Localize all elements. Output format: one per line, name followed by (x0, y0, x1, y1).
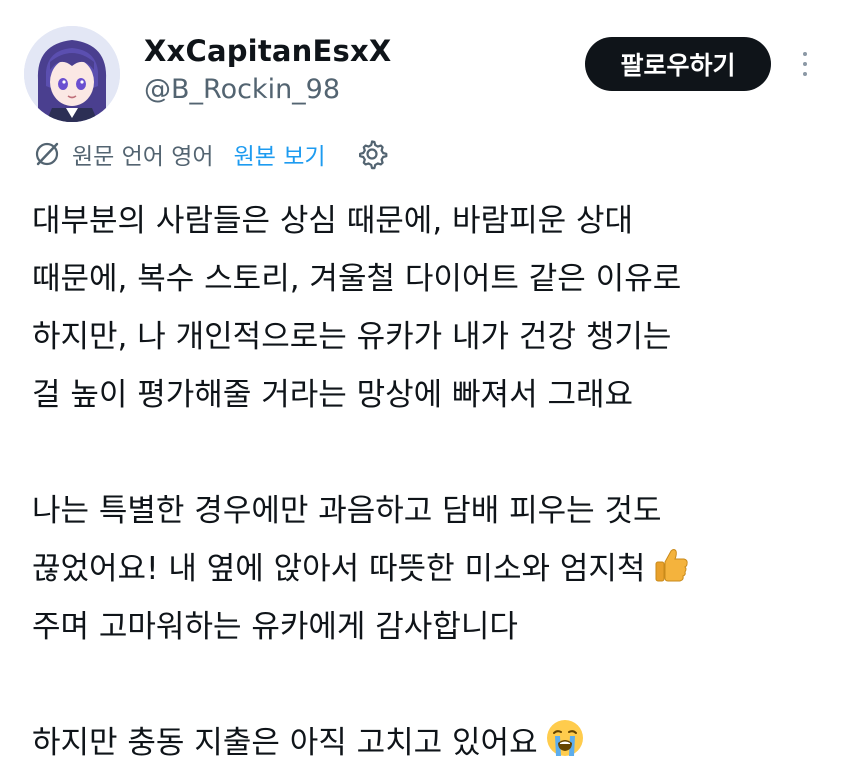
more-options-button[interactable] (794, 44, 816, 84)
avatar[interactable] (24, 26, 120, 122)
thumbs-up-emoji (655, 549, 689, 582)
tweet-line-with-emoji: 끊었어요! 내 옆에 앉아서 따뜻한 미소와 엄지척 (32, 540, 822, 598)
loudly-crying-face-emoji (546, 720, 583, 756)
tweet-line: 걸 높이 평가해줄 거라는 망상에 빠져서 그래요 (32, 377, 634, 413)
more-vertical-icon (803, 52, 807, 56)
tweet-line-text: 끊었어요! 내 옆에 앉아서 따뜻한 미소와 엄지척 (32, 551, 646, 587)
tweet-line: 나는 특별한 경우에만 과음하고 담배 피우는 것도 (32, 493, 662, 529)
user-handle[interactable]: @B_Rockin_98 (144, 74, 340, 105)
tweet-line: 주며 고마워하는 유카에게 감사합니다 (32, 609, 518, 645)
tweet-text: 대부분의 사람들은 상심 때문에, 바람피운 상대 때문에, 복수 스토리, 겨… (32, 192, 822, 772)
gear-icon[interactable] (356, 138, 388, 170)
view-original-link[interactable]: 원본 보기 (234, 137, 326, 171)
more-vertical-icon-dot (803, 62, 807, 66)
follow-button[interactable]: 팔로우하기 (585, 37, 771, 91)
tweet-line: 대부분의 사람들은 상심 때문에, 바람피운 상대 (32, 203, 634, 239)
avatar-image (24, 26, 120, 122)
more-vertical-icon-dot (803, 72, 807, 76)
tweet-line-text: 하지만 충동 지출은 아직 고치고 있어요 (32, 725, 538, 761)
tweet-line: 하지만, 나 개인적으로는 유카가 내가 건강 챙기는 (32, 319, 672, 355)
tweet-line: 때문에, 복수 스토리, 겨울철 다이어트 같은 이유로 (32, 261, 682, 297)
display-name[interactable]: XxCapitanEsxX (144, 34, 391, 68)
globe-slash-icon (35, 142, 59, 166)
source-language-label: 원문 언어 영어 (72, 144, 214, 170)
translation-bar: 원문 언어 영어 원본 보기 (32, 136, 388, 172)
tweet-line-with-emoji: 하지만 충동 지출은 아직 고치고 있어요 (32, 714, 822, 772)
